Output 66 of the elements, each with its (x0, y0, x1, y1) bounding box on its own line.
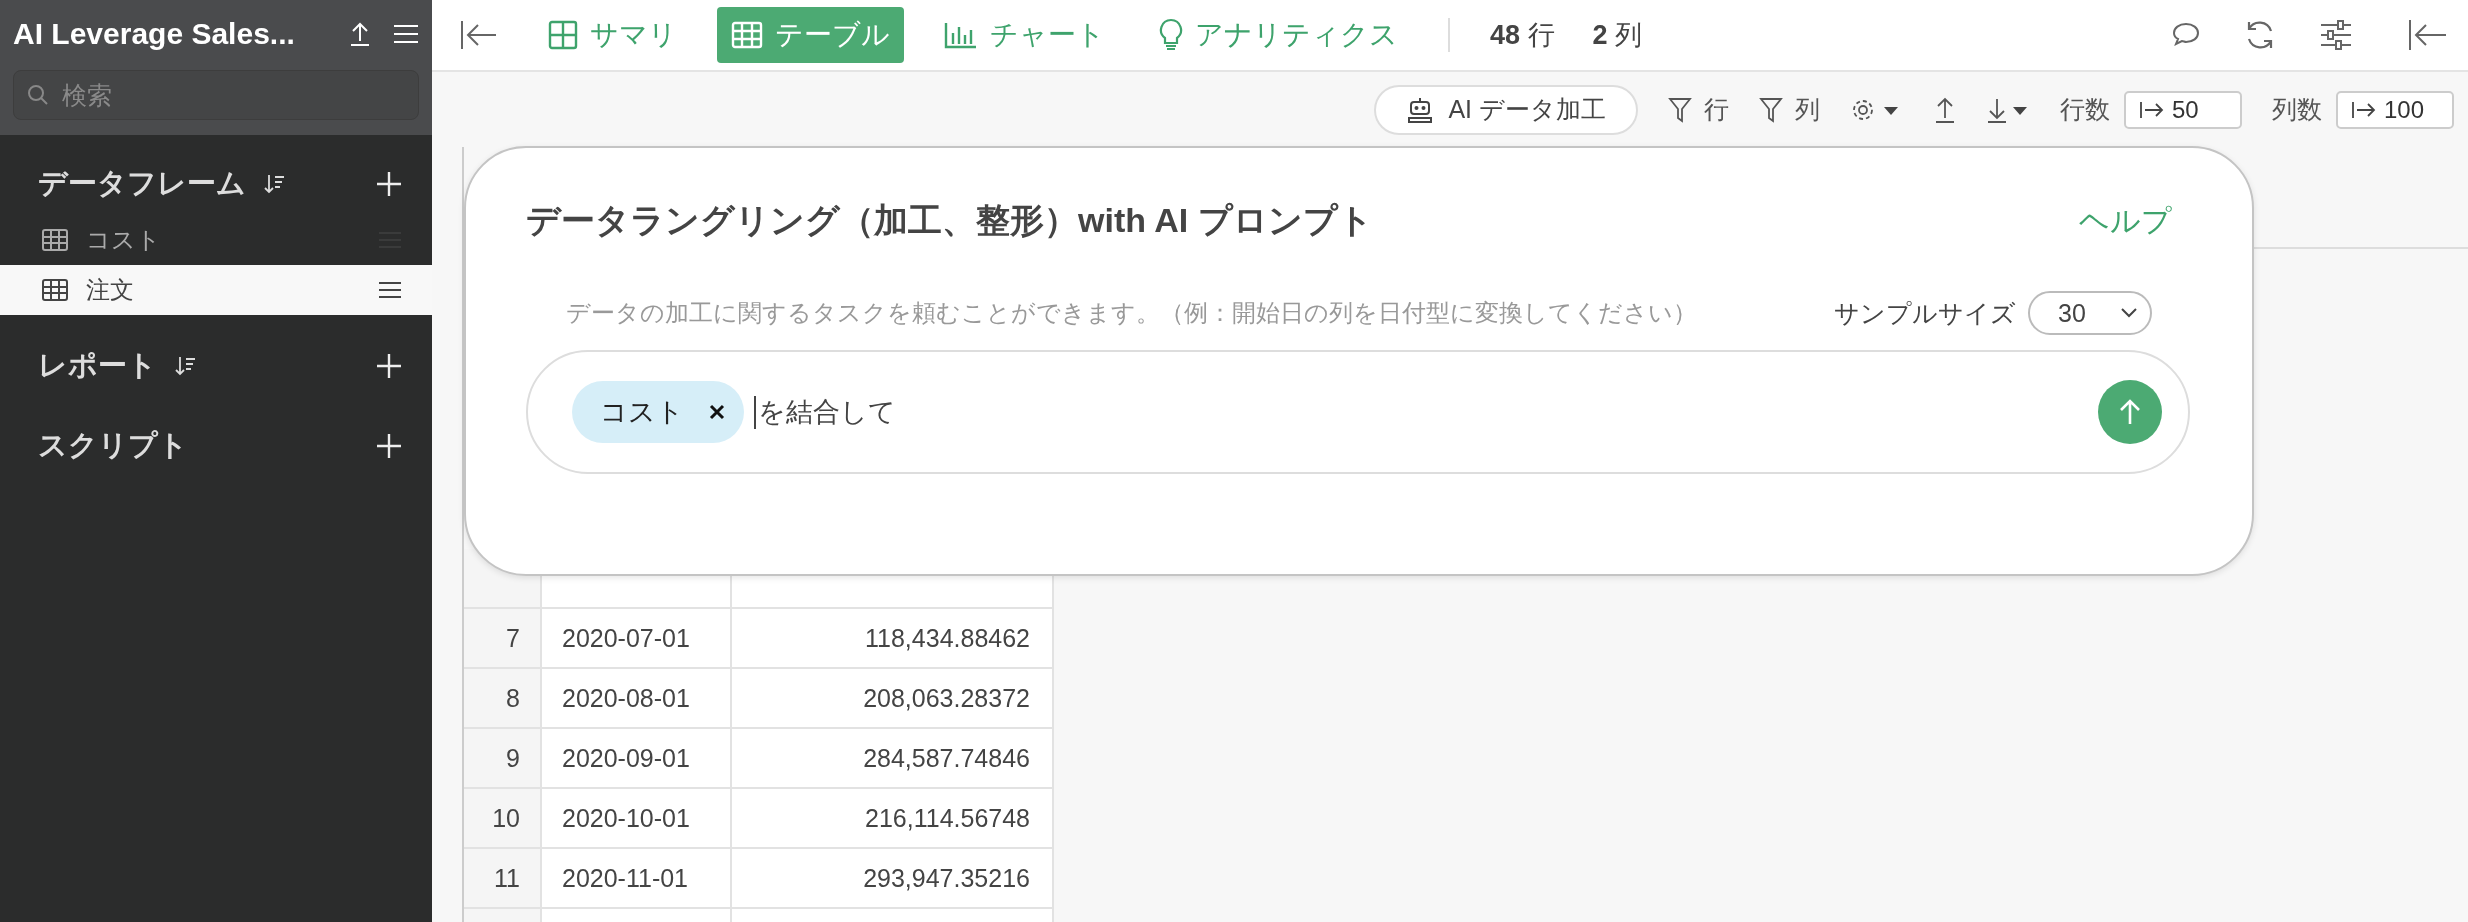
row-limit-label: 行数 (2060, 94, 2110, 125)
table-cell: 118,434.88462 (732, 609, 1054, 669)
table-cell: 208,063.28372 (732, 669, 1054, 729)
upload-icon[interactable] (1934, 95, 1956, 124)
filter-icon (1759, 96, 1783, 123)
collapse-left-icon[interactable] (460, 20, 498, 50)
table-cell: 216,114.56748 (732, 789, 1054, 849)
bar-chart-icon (944, 21, 978, 49)
row-number: 8 (464, 669, 542, 729)
tag-chip[interactable]: コスト (572, 381, 744, 443)
add-icon[interactable] (376, 353, 402, 379)
collapse-right-icon[interactable] (2408, 19, 2448, 51)
row-number: 10 (464, 789, 542, 849)
tag-label: コスト (600, 396, 684, 429)
sort-icon[interactable] (175, 355, 197, 377)
section-title: データフレーム (38, 166, 246, 201)
arrow-to-right-icon (2140, 100, 2164, 119)
lightbulb-icon (1159, 18, 1183, 52)
menu-icon[interactable] (393, 23, 419, 45)
add-icon[interactable] (376, 171, 402, 197)
comment-icon[interactable] (2172, 22, 2200, 48)
dialog-title: データラングリング（加工、整形）with AI プロンプト (526, 200, 1373, 241)
table-cell: 2020-11-01 (542, 849, 732, 909)
sample-size-label: サンプルサイズ (1834, 297, 2016, 329)
count-label: 2 列 (1592, 19, 1643, 52)
sample-size-select[interactable]: 30 (2028, 291, 2152, 335)
row-number: 11 (464, 849, 542, 909)
chevron-down-icon (2120, 307, 2138, 319)
filter-icon (1668, 96, 1692, 123)
arrow-to-right-icon (2352, 100, 2376, 119)
search-field[interactable]: 検索 (13, 70, 419, 120)
table-icon (731, 21, 763, 49)
table-icon (42, 229, 68, 251)
prompt-field[interactable]: コスト を結合して (526, 350, 2190, 474)
add-icon[interactable] (376, 433, 402, 459)
table-cell: 2020-07-01 (542, 609, 732, 669)
row-number: 9 (464, 729, 542, 789)
project-title: AI Leverage Sales... (13, 17, 296, 51)
table-cell: 284,587.74846 (732, 729, 1054, 789)
close-icon[interactable] (708, 403, 726, 421)
section-title: スクリプト (38, 428, 188, 463)
search-icon (27, 84, 49, 106)
table-cell: 2020-10-01 (542, 789, 732, 849)
upload-icon[interactable] (349, 21, 371, 47)
section-title: レポート (38, 348, 157, 383)
column-filter-button[interactable]: 列 (1759, 93, 1820, 126)
table-cell: 293,947.35216 (732, 849, 1054, 909)
arrow-up-icon (2118, 398, 2142, 426)
column-limit-field[interactable]: 100 (2336, 90, 2454, 129)
column-limit-label: 列数 (2272, 94, 2322, 125)
table-cell: 2020-08-01 (542, 669, 732, 729)
dataframe-item[interactable]: 注文 (0, 265, 432, 315)
count-label: 48 行 (1490, 19, 1555, 52)
dataframe-item[interactable]: コスト (0, 215, 432, 265)
grid-icon (548, 20, 578, 50)
table-icon (42, 279, 68, 301)
row-filter-button[interactable]: 行 (1668, 93, 1729, 126)
settings-sliders-icon[interactable] (2320, 20, 2352, 50)
sort-icon[interactable] (264, 173, 286, 195)
table-cell: 2020-09-01 (542, 729, 732, 789)
menu-icon[interactable] (378, 280, 402, 300)
row-number: 7 (464, 609, 542, 669)
row-limit-field[interactable]: 50 (2124, 90, 2242, 129)
ai-data-button[interactable]: AI データ加工 (1374, 84, 1638, 135)
robot-icon (1406, 95, 1435, 124)
hint-text: データの加工に関するタスクを頼むことができます。（例：開始日の列を日付型に変換してください） (566, 298, 1698, 328)
